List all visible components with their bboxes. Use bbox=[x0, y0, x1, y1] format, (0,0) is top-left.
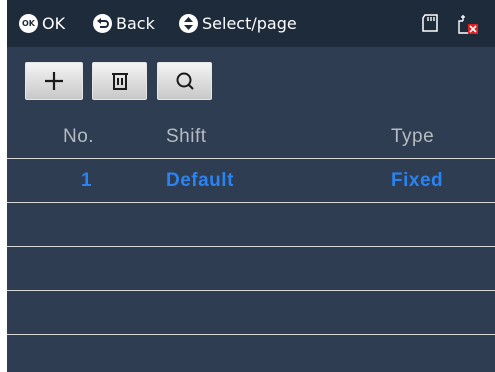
ok-hint: OK OK bbox=[19, 12, 65, 34]
search-icon bbox=[176, 72, 194, 90]
add-icon bbox=[45, 72, 63, 90]
search-button[interactable] bbox=[157, 62, 212, 100]
back-hint: Back bbox=[93, 12, 155, 34]
toolbar bbox=[7, 47, 495, 115]
select-page-hint: Select/page bbox=[179, 12, 297, 34]
ok-button-icon: OK bbox=[19, 13, 38, 33]
ok-hint-label: OK bbox=[42, 13, 66, 33]
row-shift: Default bbox=[166, 170, 234, 191]
delete-icon bbox=[111, 73, 128, 90]
sd-card-icon bbox=[421, 13, 439, 37]
network-disconnected-icon bbox=[456, 13, 480, 39]
table-row[interactable]: 1 Default Fixed bbox=[7, 159, 495, 203]
shift-list-screen: OK OK Back Select/page No. Shift Type 1 … bbox=[7, 0, 495, 372]
up-down-icon bbox=[179, 13, 198, 33]
delete-button[interactable] bbox=[92, 62, 147, 100]
shift-table: No. Shift Type 1 Default Fixed bbox=[7, 115, 495, 372]
back-arrow-icon bbox=[93, 13, 112, 33]
row-no: 1 bbox=[81, 170, 93, 191]
table-header: No. Shift Type bbox=[7, 115, 495, 159]
empty-row bbox=[7, 291, 495, 335]
select-page-hint-label: Select/page bbox=[202, 13, 297, 33]
column-header-type: Type bbox=[391, 126, 435, 147]
add-button[interactable] bbox=[25, 62, 83, 100]
column-header-no: No. bbox=[63, 126, 95, 147]
back-hint-label: Back bbox=[116, 13, 155, 33]
empty-row bbox=[7, 203, 495, 247]
empty-row bbox=[7, 247, 495, 291]
row-type: Fixed bbox=[391, 170, 444, 191]
column-header-shift: Shift bbox=[166, 126, 207, 147]
top-hint-bar: OK OK Back Select/page bbox=[7, 0, 495, 47]
empty-row bbox=[7, 335, 495, 372]
